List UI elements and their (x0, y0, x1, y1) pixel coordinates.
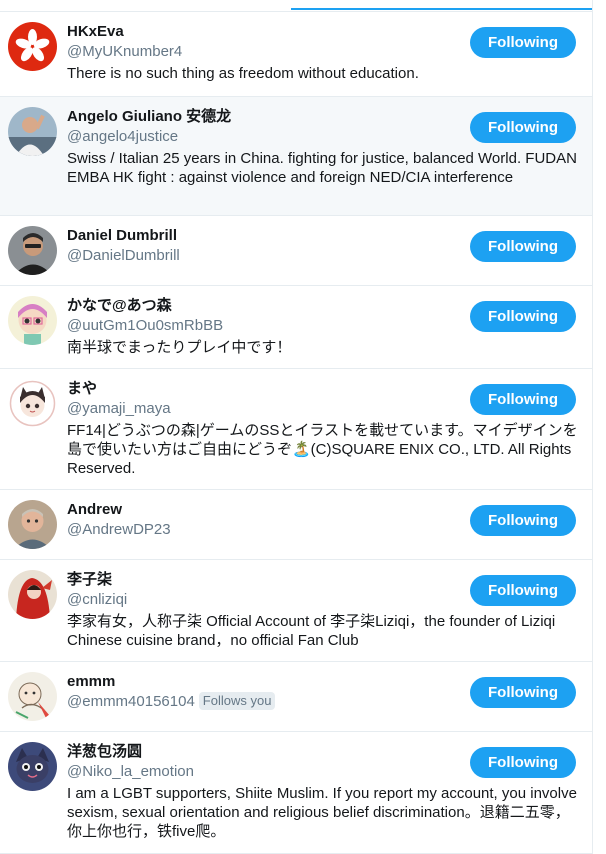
tab-bar (0, 0, 592, 12)
following-button[interactable]: Following (470, 112, 576, 143)
user-handle[interactable]: @Niko_la_emotion (67, 763, 194, 780)
user-bio: There is no such thing as freedom withou… (67, 65, 419, 82)
following-button[interactable]: Following (470, 505, 576, 536)
user-bio: 南半球でまったりプレイ中です！ (67, 339, 292, 356)
user-handle[interactable]: @cnliziqi (67, 591, 127, 608)
following-button[interactable]: Following (470, 747, 576, 778)
avatar[interactable] (8, 742, 57, 791)
avatar[interactable] (8, 500, 57, 549)
following-button[interactable]: Following (470, 301, 576, 332)
avatar[interactable] (8, 379, 57, 428)
user-handle[interactable]: @AndrewDP23 (67, 521, 171, 538)
following-button[interactable]: Following (470, 27, 576, 58)
follows-you-badge: Follows you (198, 692, 276, 710)
following-button[interactable]: Following (470, 231, 576, 262)
user-bio: FF14|どうぶつの森|ゲームのSSとイラストを載せています。マイデザインを島で… (67, 422, 578, 477)
user-handle[interactable]: @emmm40156104 (67, 693, 195, 710)
user-handle[interactable]: @uutGm1Ou0smRbBB (67, 317, 223, 334)
user-cell[interactable]: Andrew @AndrewDP23 Following (0, 490, 592, 560)
avatar[interactable] (8, 107, 57, 156)
following-list-panel: HKxEva @MyUKnumber4 There is no such thi… (0, 0, 593, 854)
user-cell[interactable]: Angelo Giuliano 安德龙 @angelo4justice Swis… (0, 97, 592, 216)
avatar[interactable] (8, 672, 57, 721)
avatar[interactable] (8, 226, 57, 275)
avatar[interactable] (8, 570, 57, 619)
user-cell[interactable]: 李子柒 @cnliziqi 李家有女，人称子柒 Official Account… (0, 560, 592, 662)
user-cell[interactable]: Daniel Dumbrill @DanielDumbrill Followin… (0, 216, 592, 286)
user-handle[interactable]: @angelo4justice (67, 128, 178, 145)
following-button[interactable]: Following (470, 575, 576, 606)
active-tab-indicator (291, 8, 592, 10)
user-cell[interactable]: まや @yamaji_maya FF14|どうぶつの森|ゲームのSSとイラストを… (0, 369, 592, 490)
user-bio: I am a LGBT supporters, Shiite Muslim. I… (67, 785, 577, 840)
following-button[interactable]: Following (470, 677, 576, 708)
following-button[interactable]: Following (470, 384, 576, 415)
avatar[interactable] (8, 296, 57, 345)
avatar[interactable] (8, 22, 57, 71)
user-bio: 李家有女，人称子柒 Official Account of 李子柒Liziqi，… (67, 613, 556, 649)
user-cell[interactable]: emmm @emmm40156104 Follows you Following (0, 662, 592, 732)
user-bio: Swiss / Italian 25 years in China. fight… (67, 150, 577, 186)
user-handle[interactable]: @yamaji_maya (67, 400, 171, 417)
user-handle[interactable]: @MyUKnumber4 (67, 43, 182, 60)
user-cell[interactable]: HKxEva @MyUKnumber4 There is no such thi… (0, 12, 592, 97)
user-cell[interactable]: かなで@あつ森 @uutGm1Ou0smRbBB 南半球でまったりプレイ中です！… (0, 286, 592, 369)
user-cell[interactable]: 洋葱包汤圆 @Niko_la_emotion I am a LGBT suppo… (0, 732, 592, 854)
user-handle[interactable]: @DanielDumbrill (67, 247, 180, 264)
